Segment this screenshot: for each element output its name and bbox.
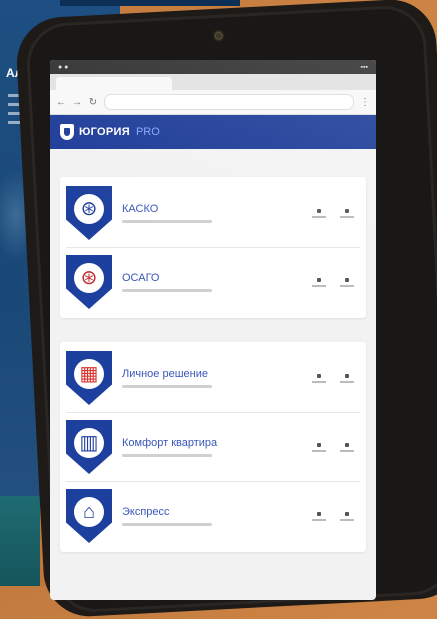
status-left: ● ●: [58, 63, 69, 71]
product-actions: [312, 373, 360, 383]
action-calc[interactable]: [312, 208, 326, 218]
background-top-strip: [60, 0, 240, 6]
apartment-shield-icon: ▥: [66, 420, 112, 474]
product-card-group-auto: ⊛ КАСКО ⊛ ОСАГО: [60, 177, 366, 318]
express-shield-icon: ⌂: [66, 489, 112, 543]
product-description: [122, 523, 212, 526]
personal-shield-icon: ▦: [66, 351, 112, 405]
product-item-kasko[interactable]: ⊛ КАСКО: [66, 181, 360, 245]
browser-tab-strip: [50, 74, 376, 90]
action-calc[interactable]: [312, 277, 326, 287]
section-label-auto: [66, 163, 366, 169]
product-item-apartment[interactable]: ▥ Комфорт квартира: [66, 415, 360, 479]
action-calc[interactable]: [312, 442, 326, 452]
action-info[interactable]: [340, 511, 354, 521]
reload-icon[interactable]: ↻: [88, 97, 98, 108]
brand-name[interactable]: ЮГОРИЯ: [79, 126, 130, 138]
product-description: [122, 454, 212, 457]
action-info[interactable]: [340, 442, 354, 452]
site-header: ЮГОРИЯ PRO: [50, 115, 376, 149]
product-name: Экспресс: [122, 506, 170, 518]
divider: [66, 247, 360, 248]
status-bar: ● ● ▪▪▪: [50, 60, 376, 74]
product-item-express[interactable]: ⌂ Экспресс: [66, 484, 360, 548]
product-item-osago[interactable]: ⊛ ОСАГО: [66, 250, 360, 314]
forward-icon[interactable]: →: [72, 97, 82, 108]
product-actions: [312, 277, 360, 287]
logo-icon: [60, 124, 74, 140]
camera-icon: [215, 32, 222, 39]
product-card-group-property: ▦ Личное решение ▥ Комфорт квартира ⌂ Эк…: [60, 342, 366, 552]
divider: [66, 481, 360, 482]
divider: [66, 412, 360, 413]
product-list: ⊛ КАСКО ⊛ ОСАГО ▦ Личное решение ▥ Комфо…: [50, 149, 376, 570]
status-right: ▪▪▪: [360, 63, 368, 71]
steering-wheel-icon: ⊛: [80, 267, 98, 289]
apartment-icon: ▥: [79, 432, 99, 454]
building-icon: ▦: [79, 363, 99, 385]
section-label-property: [66, 328, 366, 334]
action-calc[interactable]: [312, 511, 326, 521]
product-actions: [312, 208, 360, 218]
product-actions: [312, 442, 360, 452]
product-name: ОСАГО: [122, 272, 160, 284]
product-name: Комфорт квартира: [122, 437, 218, 449]
product-description: [122, 385, 212, 388]
product-description: [122, 220, 212, 223]
product-description: [122, 289, 212, 292]
kasko-shield-icon: ⊛: [66, 186, 112, 240]
action-info[interactable]: [340, 208, 354, 218]
browser-address-bar: ← → ↻ ⋮: [50, 90, 376, 115]
tablet-screen: ● ● ▪▪▪ ← → ↻ ⋮ ЮГОРИЯ PRO ⊛ КАСКО ⊛ ОСА…: [50, 60, 376, 600]
action-info[interactable]: [340, 373, 354, 383]
product-name: КАСКО: [122, 203, 159, 215]
action-info[interactable]: [340, 277, 354, 287]
product-name: Личное решение: [122, 368, 208, 380]
house-icon: ⌂: [82, 501, 96, 523]
browser-tab[interactable]: [56, 77, 172, 90]
product-actions: [312, 511, 360, 521]
background-teal-panel: [0, 496, 40, 586]
product-item-personal[interactable]: ▦ Личное решение: [66, 346, 360, 410]
menu-icon[interactable]: ⋮: [360, 97, 370, 108]
brand-suffix: PRO: [135, 126, 160, 138]
osago-shield-icon: ⊛: [66, 255, 112, 309]
url-input[interactable]: [104, 94, 354, 110]
steering-wheel-icon: ⊛: [80, 198, 98, 220]
back-icon[interactable]: ←: [56, 97, 66, 108]
action-calc[interactable]: [312, 373, 326, 383]
